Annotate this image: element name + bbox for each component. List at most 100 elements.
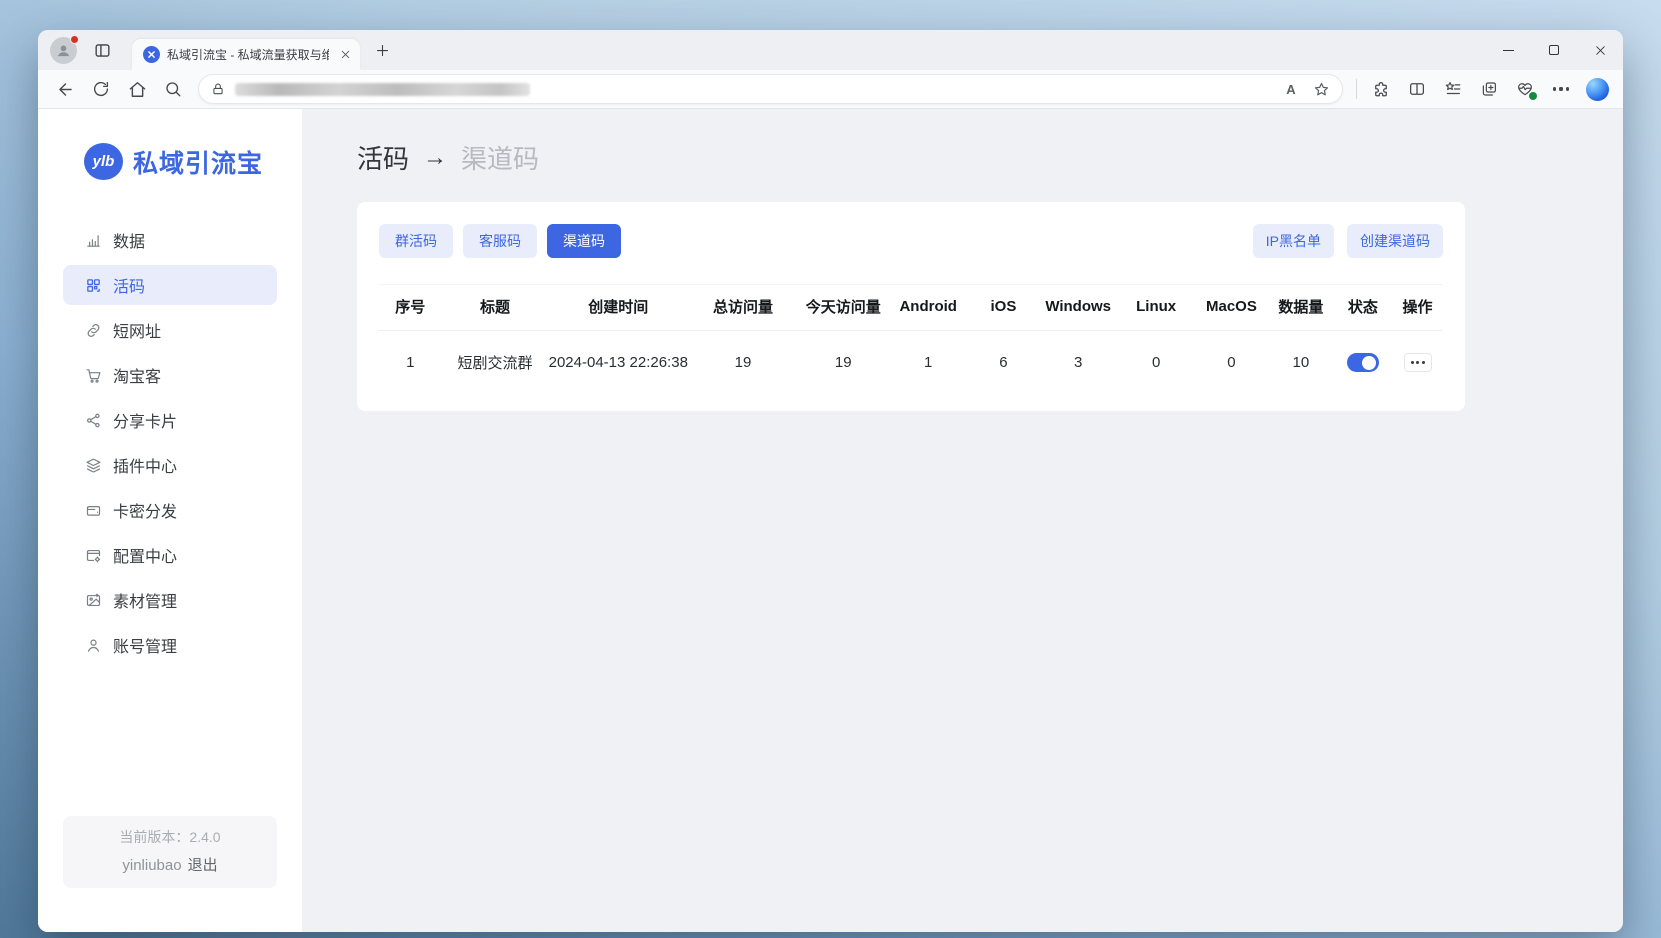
col-today-visits: 今天访问量 [798,285,888,331]
breadcrumb: 活码 → 渠道码 [357,139,1623,176]
main-content: 活码 → 渠道码 群活码 客服码 渠道码 IP黑名单 创建渠道码 [302,109,1623,932]
sidebar-item-shorturl[interactable]: 短网址 [63,310,277,350]
col-created: 创建时间 [549,285,688,331]
read-aloud-icon[interactable]: A [1276,76,1306,102]
sidebar-item-label: 素材管理 [113,588,177,612]
app-logo: ylb 私域引流宝 [38,109,302,180]
breadcrumb-parent[interactable]: 活码 [357,139,409,176]
col-android: Android [888,285,968,331]
maximize-icon [1549,45,1559,55]
lock-icon[interactable] [211,82,225,96]
tab-strip: 私域引流宝 - 私域流量获取与维护 [38,30,1623,70]
cell-title: 短剧交流群 [441,331,548,400]
split-screen-icon[interactable] [1400,74,1434,104]
sidebar-item-sharecard[interactable]: 分享卡片 [63,400,277,440]
browser-window: 私域引流宝 - 私域流量获取与维护 [38,30,1623,932]
sidebar-item-materials[interactable]: 素材管理 [63,580,277,620]
sidebar-item-label: 活码 [113,273,145,297]
cell-ios: 6 [968,331,1039,400]
toolbar-divider [1356,79,1357,99]
tab-group-livecode[interactable]: 群活码 [379,224,453,258]
notification-dot [70,35,79,44]
tab-close-icon[interactable] [336,46,354,64]
logout-button[interactable]: 退出 [188,857,218,874]
channel-code-card: 群活码 客服码 渠道码 IP黑名单 创建渠道码 [357,202,1465,411]
row-more-button[interactable] [1404,353,1432,372]
redacted-url [235,83,530,96]
col-actions: 操作 [1392,285,1443,331]
sidebar-item-cardkeys[interactable]: 卡密分发 [63,490,277,530]
profile-avatar[interactable] [50,37,77,64]
tab-channel-code[interactable]: 渠道码 [547,224,621,258]
collections-icon[interactable] [1472,74,1506,104]
favorite-star-icon[interactable] [1306,76,1336,102]
tab-service-code[interactable]: 客服码 [463,224,537,258]
sidebar-item-label: 短网址 [113,318,161,342]
more-dots [1553,87,1569,90]
new-tab-button[interactable] [368,36,396,64]
sidebar-item-label: 配置中心 [113,543,177,567]
sidebar-nav: 数据 活码 短网址 淘宝客 [63,220,277,665]
close-button[interactable] [1577,30,1623,70]
version-box: 当前版本：2.4.0 yinliubao 退出 [63,816,277,888]
col-status: 状态 [1334,285,1392,331]
status-toggle[interactable] [1347,353,1379,372]
cell-total-visits: 19 [688,331,798,400]
col-macos: MacOS [1195,285,1268,331]
home-button[interactable] [120,74,154,104]
address-bar[interactable]: A [198,74,1343,104]
cell-data-count: 10 [1268,331,1334,400]
sidebar: ylb 私域引流宝 数据 活码 短网址 [38,109,302,932]
col-total-visits: 总访问量 [688,285,798,331]
version-label: 当前版本：2.4.0 [63,827,277,847]
logo-badge: ylb [84,143,123,180]
sidebar-item-data[interactable]: 数据 [63,220,277,260]
table-header-row: 序号 标题 创建时间 总访问量 今天访问量 Android iOS Window… [379,285,1443,331]
col-windows: Windows [1039,285,1118,331]
settings-more-icon[interactable] [1544,74,1578,104]
cell-index: 1 [379,331,441,400]
sidebar-item-livecode[interactable]: 活码 [63,265,277,305]
copilot-icon[interactable] [1586,78,1609,101]
window-controls [1485,30,1623,70]
sidebar-item-account[interactable]: 账号管理 [63,625,277,665]
page-content: ylb 私域引流宝 数据 活码 短网址 [38,109,1623,932]
sidebar-item-label: 账号管理 [113,633,177,657]
col-index: 序号 [379,285,441,331]
cell-android: 1 [888,331,968,400]
maximize-button[interactable] [1531,30,1577,70]
breadcrumb-current: 渠道码 [461,139,539,176]
sidebar-item-taobao[interactable]: 淘宝客 [63,355,277,395]
sidebar-item-label: 数据 [113,228,145,252]
sidebar-item-config[interactable]: 配置中心 [63,535,277,575]
back-button[interactable] [48,74,82,104]
minimize-button[interactable] [1485,30,1531,70]
cell-linux: 0 [1117,331,1194,400]
tab-row: 群活码 客服码 渠道码 IP黑名单 创建渠道码 [379,224,1443,258]
account-line: yinliubao 退出 [63,854,277,875]
cell-actions [1392,331,1443,400]
col-title: 标题 [441,285,548,331]
tab-title: 私域引流宝 - 私域流量获取与维护 [167,46,329,63]
col-data-count: 数据量 [1268,285,1334,331]
sidebar-item-label: 卡密分发 [113,498,177,522]
browser-essentials-icon[interactable] [1508,74,1542,104]
col-ios: iOS [968,285,1039,331]
logo-title: 私域引流宝 [133,144,263,180]
cell-today-visits: 19 [798,331,888,400]
create-channel-code-button[interactable]: 创建渠道码 [1347,224,1443,258]
sidebar-item-plugins[interactable]: 插件中心 [63,445,277,485]
tab-actions-icon[interactable] [89,37,115,63]
cell-macos: 0 [1195,331,1268,400]
sidebar-item-label: 淘宝客 [113,363,161,387]
browser-tab[interactable]: 私域引流宝 - 私域流量获取与维护 [132,39,360,70]
extensions-icon[interactable] [1364,74,1398,104]
account-name: yinliubao [122,857,181,874]
minimize-icon [1503,50,1514,51]
col-linux: Linux [1117,285,1194,331]
search-icon[interactable] [156,74,190,104]
sidebar-item-label: 分享卡片 [113,408,177,432]
ip-blacklist-button[interactable]: IP黑名单 [1253,224,1334,258]
refresh-button[interactable] [84,74,118,104]
favorites-list-icon[interactable] [1436,74,1470,104]
